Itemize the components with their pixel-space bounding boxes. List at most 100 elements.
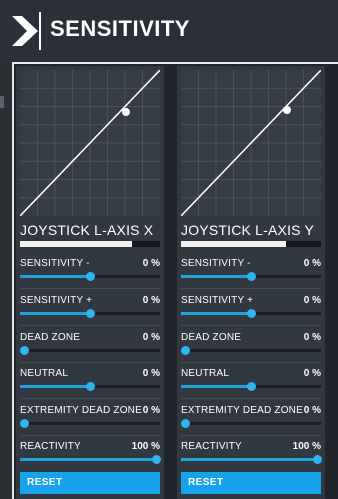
curve-position-point (283, 106, 291, 114)
setting-dead-zone: DEAD ZONE 0 % (20, 332, 160, 362)
slider-thumb[interactable] (247, 272, 256, 281)
slider-fill (181, 275, 251, 278)
row-divider (20, 325, 160, 326)
setting-dead-zone: DEAD ZONE 0 % (181, 332, 321, 362)
slider-fill (181, 312, 251, 315)
curve-svg (20, 70, 160, 216)
setting-value: 0 % (303, 405, 321, 416)
row-divider (20, 435, 160, 436)
slider-thumb[interactable] (247, 382, 256, 391)
setting-value: 0 % (142, 258, 160, 269)
row-divider (20, 398, 160, 399)
curve-svg (181, 70, 321, 216)
axis-name: JOYSTICK L-AXIS X (20, 222, 154, 238)
setting-label: NEUTRAL (181, 368, 230, 379)
setting-sensitivity-plus: SENSITIVITY + 0 % (20, 295, 160, 325)
sensitivity-curve-graph (181, 70, 321, 216)
sensitivity-minus-slider[interactable] (181, 272, 321, 281)
extremity-dead-zone-slider[interactable] (181, 419, 321, 428)
slider-thumb[interactable] (181, 346, 190, 355)
setting-value: 0 % (142, 405, 160, 416)
slider-fill (20, 275, 90, 278)
setting-label: SENSITIVITY + (20, 295, 93, 306)
axis-position-fill (20, 241, 132, 247)
sensitivity-plus-slider[interactable] (181, 309, 321, 318)
setting-label: SENSITIVITY + (181, 295, 254, 306)
row-divider (181, 325, 321, 326)
reset-button-x[interactable]: RESET (20, 472, 160, 494)
axis-position-bar (181, 241, 321, 247)
axis-panel-y: JOYSTICK L-AXIS Y SENSITIVITY - 0 % SENS… (177, 66, 325, 499)
setting-label: SENSITIVITY - (181, 258, 251, 269)
row-divider (181, 362, 321, 363)
axis-panel-x: JOYSTICK L-AXIS X SENSITIVITY - 0 % SENS… (16, 66, 164, 499)
curve-position-point (122, 108, 130, 116)
setting-sensitivity-minus: SENSITIVITY - 0 % (20, 258, 160, 288)
slider-fill (20, 385, 90, 388)
setting-value: 100 % (292, 441, 321, 452)
setting-sensitivity-minus: SENSITIVITY - 0 % (181, 258, 321, 288)
dead-zone-slider[interactable] (181, 346, 321, 355)
slider-thumb[interactable] (247, 309, 256, 318)
setting-label: SENSITIVITY - (20, 258, 90, 269)
header-divider (39, 12, 41, 50)
slider-thumb[interactable] (86, 272, 95, 281)
reset-label: RESET (27, 477, 63, 488)
setting-value: 0 % (303, 295, 321, 306)
setting-value: 100 % (131, 441, 160, 452)
slider-thumb[interactable] (20, 346, 29, 355)
reactivity-slider[interactable] (20, 455, 161, 464)
setting-value: 0 % (303, 332, 321, 343)
slider-fill (181, 458, 321, 461)
row-divider (181, 398, 321, 399)
slider-fill (20, 312, 90, 315)
reactivity-slider[interactable] (181, 455, 322, 464)
setting-label: DEAD ZONE (20, 332, 81, 343)
setting-neutral: NEUTRAL 0 % (20, 368, 160, 398)
setting-label: REACTIVITY (20, 441, 81, 452)
setting-value: 0 % (142, 295, 160, 306)
setting-extremity-dead-zone: EXTREMITY DEAD ZONE 0 % (181, 405, 321, 435)
setting-label: REACTIVITY (181, 441, 242, 452)
slider-thumb[interactable] (152, 455, 161, 464)
setting-value: 0 % (303, 368, 321, 379)
setting-label: DEAD ZONE (181, 332, 242, 343)
neutral-slider[interactable] (20, 382, 160, 391)
setting-value: 0 % (142, 332, 160, 343)
reset-button-y[interactable]: RESET (181, 472, 321, 494)
setting-label: NEUTRAL (20, 368, 69, 379)
slider-thumb[interactable] (313, 455, 322, 464)
sensitivity-plus-slider[interactable] (20, 309, 160, 318)
slider-fill (20, 458, 160, 461)
setting-reactivity: REACTIVITY 100 % (20, 441, 161, 471)
setting-label: EXTREMITY DEAD ZONE (20, 405, 142, 416)
setting-label: EXTREMITY DEAD ZONE (181, 405, 303, 416)
slider-fill (181, 385, 251, 388)
axis-name: JOYSTICK L-AXIS Y (181, 222, 315, 238)
setting-reactivity: REACTIVITY 100 % (181, 441, 322, 471)
page-title: SENSITIVITY (50, 16, 190, 41)
extremity-dead-zone-slider[interactable] (20, 419, 160, 428)
slider-thumb[interactable] (181, 419, 190, 428)
row-divider (181, 435, 321, 436)
neutral-slider[interactable] (181, 382, 321, 391)
sensitivity-minus-slider[interactable] (20, 272, 160, 281)
setting-value: 0 % (142, 368, 160, 379)
setting-value: 0 % (303, 258, 321, 269)
setting-neutral: NEUTRAL 0 % (181, 368, 321, 398)
setting-extremity-dead-zone: EXTREMITY DEAD ZONE 0 % (20, 405, 160, 435)
row-divider (20, 288, 160, 289)
chevron-right-icon[interactable] (12, 16, 38, 46)
slider-thumb[interactable] (86, 309, 95, 318)
reset-label: RESET (188, 477, 224, 488)
setting-sensitivity-plus: SENSITIVITY + 0 % (181, 295, 321, 325)
axis-position-fill (181, 241, 286, 247)
slider-thumb[interactable] (20, 419, 29, 428)
sensitivity-curve-graph (20, 70, 160, 216)
row-divider (181, 288, 321, 289)
axis-position-bar (20, 241, 160, 247)
edge-marker (0, 96, 4, 108)
row-divider (20, 362, 160, 363)
dead-zone-slider[interactable] (20, 346, 160, 355)
slider-thumb[interactable] (86, 382, 95, 391)
